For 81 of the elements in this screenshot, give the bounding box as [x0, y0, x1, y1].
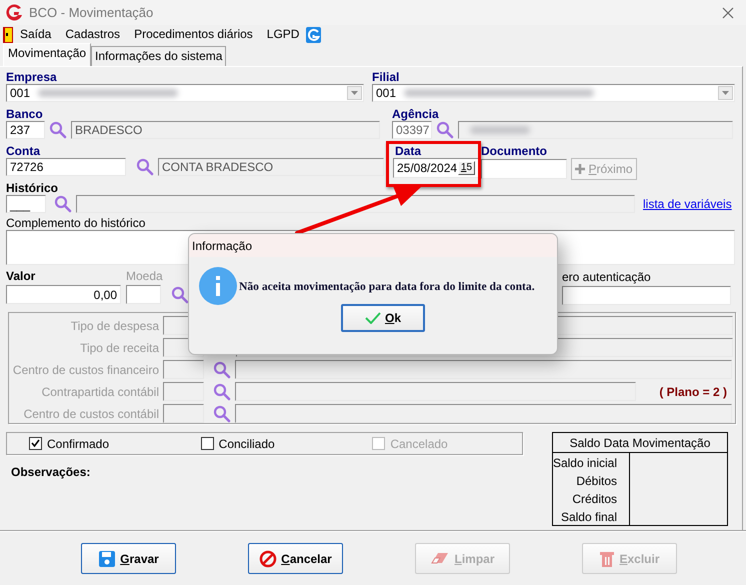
menu-item[interactable]: Saída	[13, 25, 58, 44]
field-label: Banco	[6, 107, 44, 121]
checkmark-icon	[364, 312, 381, 324]
trash-icon	[599, 550, 616, 568]
field-label: Agência	[392, 107, 440, 121]
checkmark-icon	[31, 439, 40, 448]
variables-link[interactable]: lista de variáveis	[643, 197, 732, 211]
code-field[interactable]	[163, 360, 204, 379]
code-field[interactable]	[163, 382, 204, 401]
save-button[interactable]: Gravar	[81, 543, 176, 574]
search-icon[interactable]	[213, 360, 231, 378]
app-logo-icon	[5, 4, 23, 22]
field-label: Documento	[481, 144, 548, 158]
search-icon[interactable]	[49, 121, 67, 139]
tab[interactable]: Movimentação	[3, 43, 92, 66]
field-label: Filial	[372, 70, 400, 84]
row-label: Débitos	[576, 474, 617, 488]
search-icon[interactable]	[136, 158, 154, 176]
close-icon[interactable]	[722, 6, 734, 18]
menu-item[interactable]: Cadastros	[58, 25, 128, 44]
menu-item[interactable]: LGPD	[260, 25, 306, 44]
field-value: 001	[376, 86, 396, 100]
search-icon[interactable]	[213, 382, 231, 400]
account-name-field: CONTA BRADESCO	[158, 158, 384, 176]
row-label: Créditos	[572, 492, 617, 506]
field-label: Centro de custos contábil	[22, 406, 159, 420]
field-label: Complemento do histórico	[6, 216, 146, 230]
eraser-icon	[430, 550, 450, 566]
field-label: Valor	[6, 269, 36, 283]
search-icon[interactable]	[436, 121, 454, 139]
branch-dropdown[interactable]: 001	[372, 84, 735, 102]
cancel-button[interactable]: Cancelar	[248, 543, 343, 574]
field-label: Centro de custos financeiro	[12, 362, 159, 376]
redaction-blur	[470, 126, 530, 134]
plan-note: ( Plano = 2 )	[659, 384, 727, 398]
plus-icon	[575, 164, 586, 174]
menu-item[interactable]: Procedimentos diários	[127, 25, 260, 44]
search-icon[interactable]	[171, 286, 189, 304]
dialog-message: Não aceita movimentação para data fora do limite da conta.	[239, 280, 535, 292]
prohibited-icon	[259, 550, 278, 568]
search-icon[interactable]	[54, 195, 72, 213]
account-code-field[interactable]: 72726	[6, 158, 126, 176]
search-icon[interactable]	[213, 404, 231, 422]
info-icon	[198, 266, 238, 306]
agency-code-field[interactable]: 03397	[392, 121, 432, 139]
field-label: Histórico	[6, 181, 60, 195]
history-code-field[interactable]: ___	[6, 195, 46, 213]
field-label: Tipo de receita	[79, 340, 159, 354]
dialog-title: Informação	[192, 238, 252, 252]
exit-door-icon[interactable]	[3, 26, 13, 42]
field-value: 25/08/2024	[397, 161, 458, 175]
field-label: Conta	[6, 144, 42, 158]
field-label: Moeda	[126, 269, 164, 283]
document-field[interactable]	[481, 159, 567, 179]
dropdown-arrow-icon[interactable]	[722, 91, 729, 95]
company-dropdown[interactable]: 001	[6, 84, 364, 102]
field-label: Data	[395, 144, 422, 158]
field-value: 001	[10, 86, 30, 100]
currency-field[interactable]	[126, 285, 161, 304]
field-label: Tipo de despesa	[70, 318, 159, 332]
row-label: Saldo final	[560, 510, 617, 524]
calendar-button[interactable]: 15	[458, 161, 475, 175]
bank-name-field: BRADESCO	[71, 121, 380, 139]
field-label: Empresa	[6, 70, 58, 84]
checkbox[interactable]: Confirmado	[7, 436, 179, 450]
field-label: Contrapartida contábil	[40, 384, 159, 398]
observations-label: Observações:	[11, 465, 92, 479]
app-logo-icon[interactable]	[306, 26, 322, 42]
ok-button[interactable]: Ok	[341, 304, 425, 332]
checkbox[interactable]: Conciliado	[178, 436, 350, 450]
table-title: Saldo Data Movimentação	[570, 436, 710, 450]
code-field[interactable]	[163, 404, 204, 423]
tab[interactable]: Informações do sistema	[91, 46, 226, 66]
row-label: Saldo inicial	[552, 456, 617, 470]
authentication-number-field[interactable]	[562, 286, 731, 305]
dropdown-arrow-icon[interactable]	[351, 91, 358, 95]
bank-code-field[interactable]: 237	[6, 121, 45, 139]
field-label: ero autenticação	[562, 270, 652, 284]
window-title: BCO - Movimentação	[29, 5, 154, 20]
amount-field[interactable]: 0,00	[6, 285, 121, 304]
date-field[interactable]: 25/08/2024 15	[393, 158, 479, 178]
